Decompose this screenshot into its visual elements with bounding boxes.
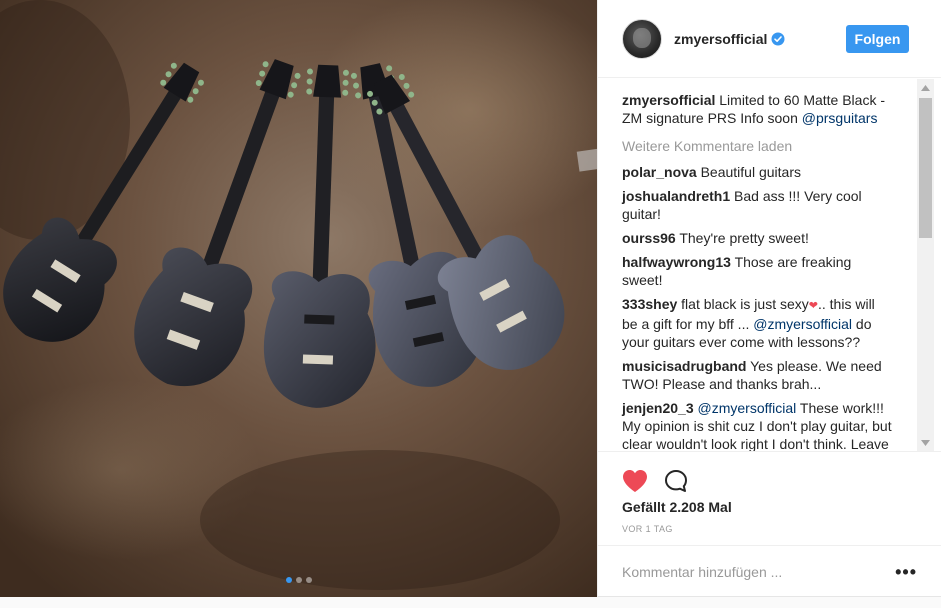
- comment-text: Beautiful guitars: [700, 164, 801, 180]
- add-comment-input[interactable]: [622, 563, 893, 580]
- carousel-dot-3: [305, 577, 312, 583]
- follow-button[interactable]: Folgen: [846, 25, 909, 53]
- comment-author[interactable]: joshualandreth1: [622, 188, 730, 204]
- caption-author[interactable]: zmyersofficial: [622, 92, 715, 108]
- carousel-dot-2: [295, 577, 302, 583]
- post-side-panel: zmyersofficial Folgen zmyersofficial Lim…: [597, 0, 941, 597]
- heart-filled-icon[interactable]: [622, 469, 648, 493]
- comment-item: 333shey flat black is just sexy❤.. this …: [622, 295, 894, 351]
- post-actions: Gefällt 2.208 Mal VOR 1 TAG: [598, 451, 941, 545]
- comments-list[interactable]: zmyersofficial Limited to 60 Matte Black…: [598, 79, 941, 451]
- comment-item: jenjen20_3 @zmyersofficial These work!!!…: [622, 399, 894, 451]
- comment-author[interactable]: ourss96: [622, 230, 676, 246]
- avatar[interactable]: [622, 18, 662, 59]
- verified-badge-icon: [771, 32, 785, 45]
- post-caption: zmyersofficial Limited to 60 Matte Black…: [622, 91, 894, 127]
- caption-mention[interactable]: @prsguitars: [802, 110, 878, 126]
- comment-bubble-icon[interactable]: [664, 469, 688, 493]
- guitars-image: [0, 0, 597, 597]
- comment-author[interactable]: 333shey: [622, 296, 677, 312]
- load-more-comments-link[interactable]: Weitere Kommentare laden: [622, 137, 894, 155]
- comment-text: flat black is just sexy: [681, 296, 809, 312]
- comment-author[interactable]: halfwaywrong13: [622, 254, 731, 270]
- comment-mention[interactable]: @zmyersofficial: [698, 400, 797, 416]
- comment-mention[interactable]: @zmyersofficial: [753, 316, 852, 332]
- scroll-down-arrow-icon[interactable]: [917, 434, 934, 451]
- carousel-dot-1: [285, 577, 292, 583]
- comment-author[interactable]: musicisadrugband: [622, 358, 746, 374]
- comments-scrollbar[interactable]: [917, 79, 934, 451]
- post-photo[interactable]: [0, 0, 597, 597]
- comment-item: musicisadrugband Yes please. We need TWO…: [622, 357, 894, 393]
- add-comment-bar: •••: [598, 545, 941, 597]
- header-username-text[interactable]: zmyersofficial: [674, 31, 767, 47]
- scroll-up-arrow-icon[interactable]: [917, 79, 934, 96]
- comment-item: ourss96 They're pretty sweet!: [622, 229, 894, 247]
- carousel-indicator: [0, 577, 597, 583]
- header-username[interactable]: zmyersofficial: [674, 31, 785, 47]
- post-modal: zmyersofficial Folgen zmyersofficial Lim…: [0, 0, 941, 597]
- comment-item: halfwaywrong13 Those are freaking sweet!: [622, 253, 894, 289]
- post-header: zmyersofficial Folgen: [598, 0, 941, 78]
- post-timestamp[interactable]: VOR 1 TAG: [622, 524, 917, 534]
- comment-item: joshualandreth1 Bad ass !!! Very cool gu…: [622, 187, 894, 223]
- comment-author[interactable]: jenjen20_3: [622, 400, 694, 416]
- comment-item: polar_nova Beautiful guitars: [622, 163, 894, 181]
- heart-emoji-icon: ❤: [808, 300, 818, 312]
- scrollbar-thumb[interactable]: [919, 98, 932, 238]
- likes-count[interactable]: Gefällt 2.208 Mal: [622, 498, 917, 516]
- comment-text: They're pretty sweet!: [679, 230, 809, 246]
- more-options-icon[interactable]: •••: [893, 563, 917, 581]
- comment-author[interactable]: polar_nova: [622, 164, 697, 180]
